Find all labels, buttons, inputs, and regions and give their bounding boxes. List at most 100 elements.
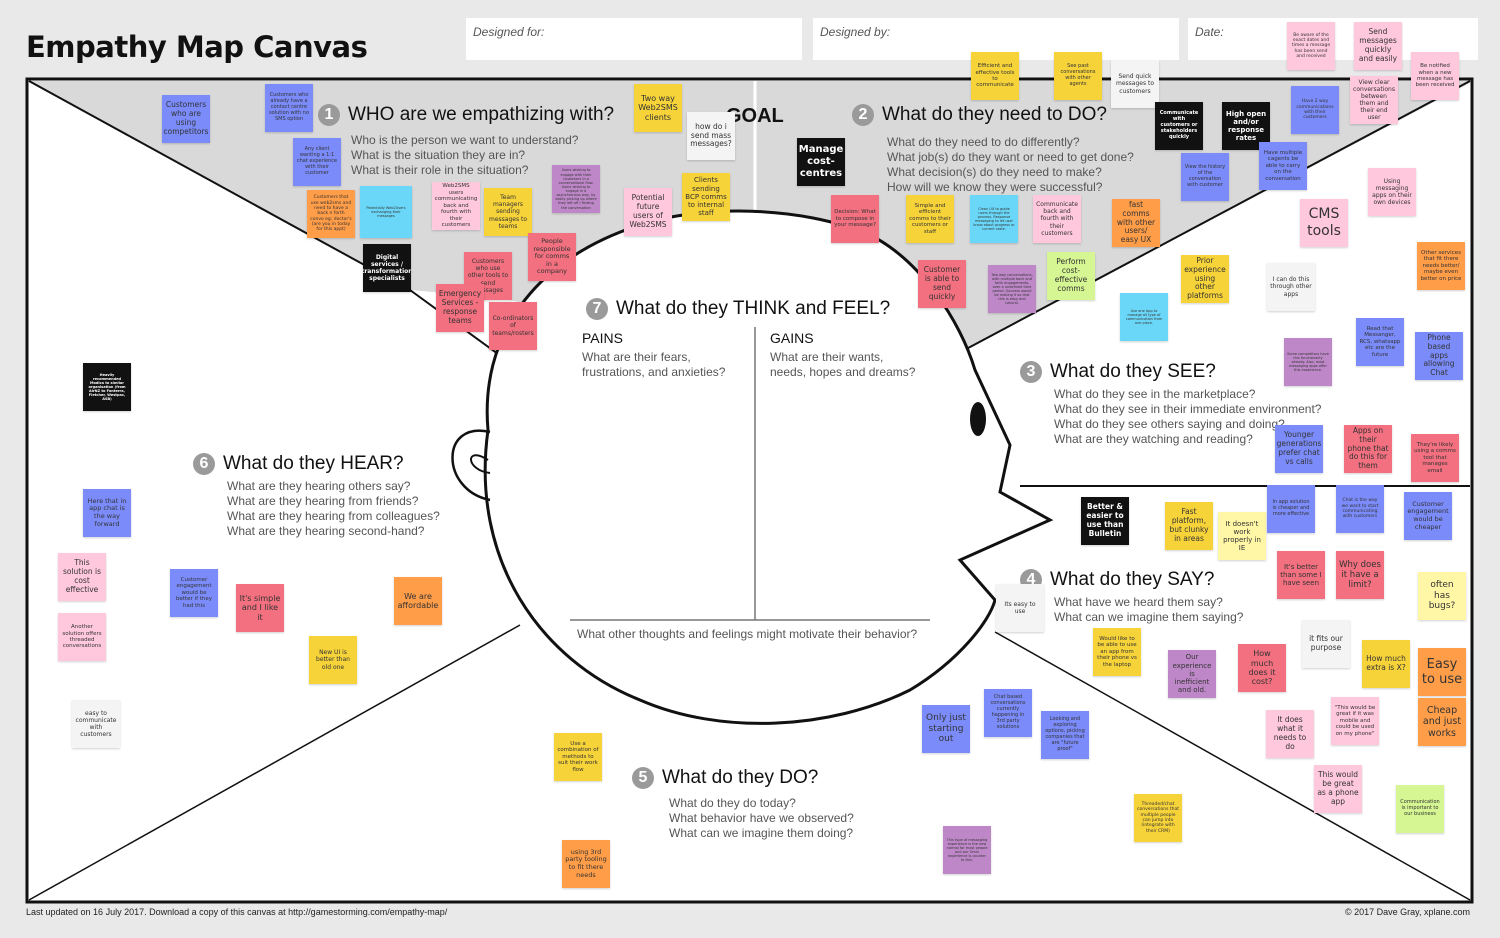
sticky-note-do[interactable]: Use a combination of methods to suit the… xyxy=(554,733,602,781)
sticky-note-who[interactable]: Digital services / transformation specia… xyxy=(363,244,411,292)
sticky-note-do[interactable]: Only just starting out xyxy=(922,705,970,753)
sticky-note-who[interactable]: Customers that use web2sms and need to h… xyxy=(307,190,355,238)
sticky-note-who[interactable]: Clients sending BCP comms to internal st… xyxy=(682,173,730,221)
sticky-note-do_need[interactable]: fast comms with other users/ easy UX xyxy=(1112,199,1160,247)
sticky-note-do[interactable]: Threaded/chat conversations that multipl… xyxy=(1134,794,1182,842)
sticky-note-say[interactable]: Communication is important to our busine… xyxy=(1396,785,1444,833)
section-number-badge: 6 xyxy=(193,453,215,475)
sticky-note-hear[interactable]: New UI is better than old one xyxy=(309,636,357,684)
sticky-note-say[interactable]: Better & easier to use than Bulletin xyxy=(1081,497,1129,545)
sticky-note-see[interactable]: Phone based apps allowing Chat xyxy=(1415,332,1463,380)
sticky-note-who[interactable]: Web2SMS users communicating back and fou… xyxy=(432,182,480,230)
sticky-note-do_need[interactable]: View the history of the conversation wit… xyxy=(1181,153,1229,201)
section-number-badge: 1 xyxy=(318,104,340,126)
sticky-note-hear[interactable]: Customer engagement would be better if t… xyxy=(170,569,218,617)
sticky-note-do_need[interactable]: Be notified when a new message has been … xyxy=(1411,52,1459,100)
sticky-note-do_need[interactable]: Clean UX to guide users through the proc… xyxy=(970,195,1018,243)
sticky-note-hear[interactable]: Here that in app chat is the way forward xyxy=(83,489,131,537)
sticky-note-who[interactable]: Co-ordinators of teams/rosters xyxy=(489,302,537,350)
sticky-note-do_need[interactable]: Send messages quickly and easily xyxy=(1354,22,1402,70)
sticky-note-do_need[interactable]: Two way conversations, with multiple bac… xyxy=(988,265,1036,313)
sticky-note-do_need[interactable]: See past conversations with other agents xyxy=(1054,52,1102,100)
sticky-note-do_need[interactable]: Send quick messages to customers xyxy=(1111,60,1159,108)
sticky-note-see[interactable]: Prior experience using other platforms xyxy=(1181,255,1229,303)
sticky-note-say[interactable]: It's better than some I have seen xyxy=(1277,551,1325,599)
sticky-note-see[interactable]: Using messaging apps on their own device… xyxy=(1368,168,1416,216)
sticky-note-say[interactable]: Easy to use xyxy=(1418,648,1466,696)
sticky-note-say[interactable]: Its easy to use xyxy=(996,584,1044,632)
sticky-note-say[interactable]: Would like to be able to use an app from… xyxy=(1093,628,1141,676)
sticky-note-say[interactable]: It doesn't work properly in IE xyxy=(1218,512,1266,560)
sticky-note-do_need[interactable]: Have 2 way communications with their cus… xyxy=(1291,86,1339,134)
sticky-note-hear[interactable]: We are affordable xyxy=(394,577,442,625)
sticky-note-do[interactable]: This type of messaging experience is the… xyxy=(943,826,991,874)
gains-label: GAINS xyxy=(770,330,814,346)
section-title: WHO are we empathizing with? xyxy=(348,104,615,125)
section-title: What do they HEAR? xyxy=(223,453,404,474)
sticky-note-see[interactable]: Some competitors have this functionality… xyxy=(1284,338,1332,386)
sticky-note-say[interactable]: This would be great as a phone app xyxy=(1314,765,1362,813)
sticky-note-who[interactable]: People responsible for comms in a compan… xyxy=(528,233,576,281)
sticky-note-see[interactable]: Read that Messanger, RCS, whatsapp etc a… xyxy=(1356,318,1404,366)
sticky-note-say[interactable]: it fits our purpose xyxy=(1302,620,1350,668)
sticky-note-say[interactable]: Fast platform, but clunky in areas xyxy=(1165,502,1213,550)
sticky-note-who[interactable]: how do i send mass messages? xyxy=(687,112,735,160)
sticky-note-see[interactable]: CMS tools xyxy=(1300,199,1348,247)
sticky-note-who[interactable]: Any client wanting a 1:1 chat experience… xyxy=(293,138,341,186)
sticky-note-do_need[interactable]: Simple and efficient comms to their cust… xyxy=(906,195,954,243)
eye xyxy=(970,402,986,436)
sticky-note-do_need[interactable]: Manage cost-centres xyxy=(797,138,845,186)
think-other-question: What other thoughts and feelings might m… xyxy=(577,627,918,641)
section-who-questions: Who is the person we want to understand?… xyxy=(351,133,579,177)
sticky-note-see[interactable]: Apps on their phone that do this for the… xyxy=(1344,425,1392,473)
sticky-note-say[interactable]: Cheap and just works xyxy=(1418,698,1466,746)
section-hear-questions: What are they hearing others say? What ar… xyxy=(227,479,440,538)
sticky-note-do_need[interactable]: View clear conversations between them an… xyxy=(1350,76,1398,124)
sticky-note-do[interactable]: Looking and exploring options, picking c… xyxy=(1041,711,1089,759)
sticky-note-who[interactable]: Users wishing to engage with their custo… xyxy=(552,165,600,213)
pains-label: PAINS xyxy=(582,330,623,346)
sticky-note-who[interactable]: Two way Web2SMS clients xyxy=(634,84,682,132)
sticky-note-who[interactable]: Customers who already have a contact cen… xyxy=(265,84,313,132)
sticky-note-hear[interactable]: Another solution offers threaded convers… xyxy=(58,613,106,661)
section-do-heading: 5 What do they DO? xyxy=(632,767,818,789)
sticky-note-do_need[interactable]: Perform cost-effective comms xyxy=(1047,252,1095,300)
sticky-note-say[interactable]: often has bugs? xyxy=(1418,572,1466,620)
sticky-note-who[interactable]: Emergency Services - response teams xyxy=(436,284,484,332)
sticky-note-hear[interactable]: It's simple and I like it xyxy=(236,584,284,632)
sticky-note-who[interactable]: Customers who are using competitors xyxy=(162,95,210,143)
sticky-note-say[interactable]: How much does it cost? xyxy=(1238,644,1286,692)
sticky-note-say[interactable]: "This would be great if it was mobile an… xyxy=(1331,697,1379,745)
sticky-note-who[interactable]: Potential future users of Web2SMS xyxy=(624,188,672,236)
sticky-note-say[interactable]: It does what it needs to do xyxy=(1266,710,1314,758)
sticky-note-see[interactable]: Other services that fit there needs bett… xyxy=(1417,242,1465,290)
sticky-note-hear[interactable]: This solution is cost effective xyxy=(58,553,106,601)
sticky-note-do_need[interactable]: Efficient and effective tools to communi… xyxy=(971,52,1019,100)
sticky-note-see[interactable]: They're likely using a comms tool that m… xyxy=(1411,434,1459,482)
sticky-note-see[interactable]: Younger generations prefer chat vs calls xyxy=(1275,425,1323,473)
sticky-note-who[interactable]: Team managers sending messages to teams xyxy=(484,188,532,236)
sticky-note-say[interactable]: Customer engagement would be cheaper xyxy=(1404,492,1452,540)
sticky-note-do_need[interactable]: Be aware of the exact dates and times a … xyxy=(1287,22,1335,70)
sticky-note-do_need[interactable]: Communicate with customers or stakeholde… xyxy=(1155,102,1203,150)
sticky-note-see[interactable]: Use one App to manage all type of commun… xyxy=(1120,293,1168,341)
sticky-note-say[interactable]: Our experience is inefficient and old. xyxy=(1168,650,1216,698)
sticky-note-do_need[interactable]: Communicate back and fourth with their c… xyxy=(1033,195,1081,243)
sticky-note-say[interactable]: Chat is the way we want to start communi… xyxy=(1336,485,1384,533)
sticky-note-do_need[interactable]: Customer is able to send quickly xyxy=(918,260,966,308)
sticky-note-who[interactable]: Potentially Web2Users exchanging their m… xyxy=(360,186,412,238)
sticky-note-do[interactable]: Chat based conversations currently happe… xyxy=(984,689,1032,737)
section-see-heading: 3 What do they SEE? xyxy=(1020,361,1216,383)
section-number-badge: 2 xyxy=(852,104,874,126)
sticky-note-hear[interactable]: easy to communicate with customers xyxy=(72,700,120,748)
section-title: What do they THINK and FEEL? xyxy=(616,298,891,319)
sticky-note-do_need[interactable]: Have multiple cagents be able to carry o… xyxy=(1259,142,1307,190)
sticky-note-do_need[interactable]: Decision: What to compose in your messag… xyxy=(831,195,879,243)
sticky-note-hear[interactable]: Heavily recommended Modica to similar or… xyxy=(83,363,131,411)
section-do-need-questions: What do they need to do differently? What… xyxy=(887,135,1134,194)
sticky-note-say[interactable]: In app solution is cheaper and more effe… xyxy=(1267,485,1315,533)
sticky-note-do[interactable]: using 3rd party tooling to fit there nee… xyxy=(562,840,610,888)
sticky-note-see[interactable]: I can do this through other apps xyxy=(1267,263,1315,311)
sticky-note-say[interactable]: Why does it have a limit? xyxy=(1336,551,1384,599)
sticky-note-say[interactable]: How much extra is X? xyxy=(1362,640,1410,688)
